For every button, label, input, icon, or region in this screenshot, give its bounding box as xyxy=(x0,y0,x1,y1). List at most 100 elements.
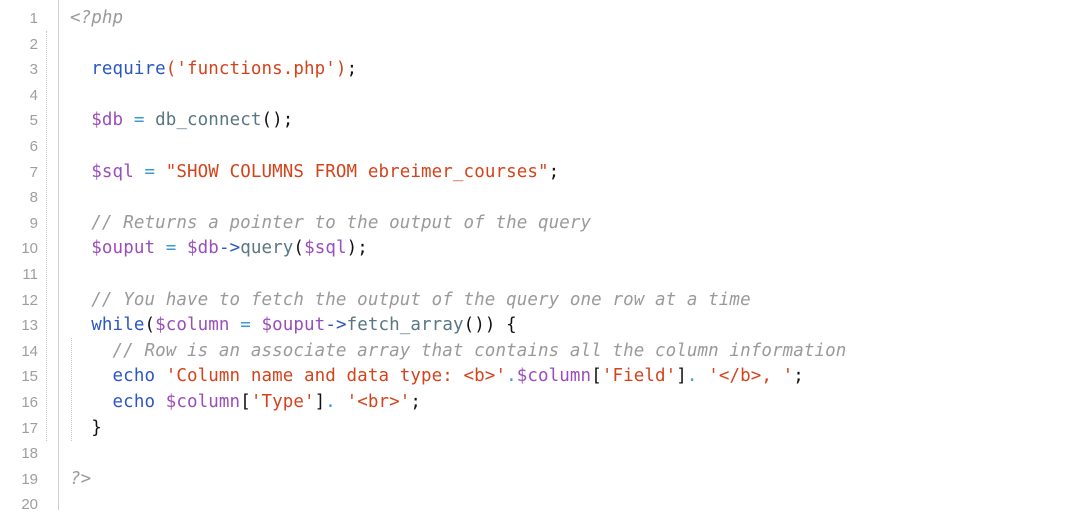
semicolon: ; xyxy=(410,391,422,412)
assign-operator: = xyxy=(165,238,177,259)
line-number: 13 xyxy=(21,317,38,335)
code-line-4[interactable] xyxy=(70,83,1068,109)
code-line-7[interactable]: $sql = "SHOW COLUMNS FROM ebreimer_cours… xyxy=(70,160,1068,186)
bracket-close: ] xyxy=(314,391,326,412)
code-line-6[interactable] xyxy=(70,134,1068,160)
code-line-18[interactable] xyxy=(70,441,1068,467)
line-number: 1 xyxy=(29,10,38,27)
concat-operator: . xyxy=(325,391,336,412)
line-number: 6 xyxy=(29,137,38,155)
code-line-14[interactable]: // Row is an associate array that contai… xyxy=(70,339,1068,365)
code-line-12[interactable]: // You have to fetch the output of the q… xyxy=(70,288,1068,314)
line-number: 12 xyxy=(21,291,38,309)
line-number: 15 xyxy=(21,368,38,386)
code-line-11[interactable] xyxy=(70,262,1068,288)
object-operator: -> xyxy=(218,238,241,259)
variable-db: $db xyxy=(91,110,124,131)
line-number: 7 xyxy=(29,163,38,181)
while-keyword: while xyxy=(91,315,145,336)
code-editor[interactable]: 1 2 3 4 5 6 7 8 9 10 11 12 13 14 15 16 1… xyxy=(0,0,1068,518)
require-keyword: require xyxy=(91,59,166,80)
variable-db: $db xyxy=(187,238,219,259)
assign-operator: = xyxy=(133,110,145,131)
array-key-type: 'Type' xyxy=(250,391,315,412)
code-lines[interactable]: <?php require('functions.php'); $db = db… xyxy=(70,6,1068,518)
code-line-17[interactable]: } xyxy=(70,416,1068,442)
line-number-gutter: 1 2 3 4 5 6 7 8 9 10 11 12 13 14 15 16 1… xyxy=(0,0,46,518)
code-line-3[interactable]: require('functions.php'); xyxy=(70,57,1068,83)
line-number: 8 xyxy=(29,189,38,207)
code-line-10[interactable]: $ouput = $db->query($sql); xyxy=(70,236,1068,262)
code-line-15[interactable]: echo 'Column name and data type: <b>'. $c… xyxy=(70,364,1068,390)
line-number: 5 xyxy=(29,112,38,130)
assign-operator: = xyxy=(144,161,156,182)
call-tail: (); xyxy=(261,110,294,131)
variable-sql: $sql xyxy=(304,238,347,259)
line-number: 18 xyxy=(21,445,38,463)
string-literal: '<br>' xyxy=(335,391,411,412)
line-number: 3 xyxy=(29,61,38,79)
line-number: 4 xyxy=(29,86,38,104)
code-line-1[interactable]: <?php xyxy=(70,6,1068,32)
semicolon: ; xyxy=(793,366,804,387)
sql-string-literal: "SHOW COLUMNS FROM ebreimer_courses" xyxy=(165,161,549,182)
line-number: 10 xyxy=(21,240,38,258)
echo-keyword: echo xyxy=(112,366,156,387)
code-content-area[interactable]: <?php require('functions.php'); $db = db… xyxy=(46,0,1068,518)
paren-close-semicolon: ); xyxy=(346,238,368,259)
line-number: 20 xyxy=(21,496,38,514)
variable-ouput: $ouput xyxy=(91,238,156,259)
comment: // You have to fetch the output of the q… xyxy=(91,289,751,310)
code-line-8[interactable] xyxy=(70,185,1068,211)
comment: // Row is an associate array that contai… xyxy=(112,340,847,361)
code-line-9[interactable]: // Returns a pointer to the output of th… xyxy=(70,211,1068,237)
paren-open: ( xyxy=(165,59,177,80)
block-close: } xyxy=(91,417,102,438)
code-line-13[interactable]: while($column = $ouput->fetch_array()) { xyxy=(70,313,1068,339)
bracket-open: [ xyxy=(591,366,602,387)
echo-keyword: echo xyxy=(112,391,156,412)
string-literal: 'Column name and data type: <b>' xyxy=(165,366,507,387)
assign-operator: = xyxy=(240,315,251,336)
code-line-20[interactable] xyxy=(70,492,1068,518)
line-number: 11 xyxy=(22,265,38,283)
variable-column: $column xyxy=(165,391,241,412)
variable-sql: $sql xyxy=(91,161,134,182)
method-fetch-array: fetch_array xyxy=(346,315,464,336)
code-line-19[interactable]: ?> xyxy=(70,467,1068,493)
code-line-16[interactable]: echo $column['Type']. '<br>'; xyxy=(70,390,1068,416)
line-number: 17 xyxy=(21,419,38,437)
code-line-5[interactable]: $db = db_connect(); xyxy=(70,108,1068,134)
variable-column: $column xyxy=(516,366,592,387)
line-number: 19 xyxy=(21,470,38,488)
concat-operator: . xyxy=(686,366,698,387)
array-key-field: 'Field' xyxy=(601,366,677,387)
php-open-tag: <?php xyxy=(70,8,124,28)
code-line-2[interactable] xyxy=(70,32,1068,58)
php-close-tag: ?> xyxy=(70,468,92,489)
object-operator: -> xyxy=(325,315,347,336)
semicolon: ; xyxy=(346,59,358,80)
string-literal: '</b>, ' xyxy=(697,366,794,387)
indent-guide-level-1 xyxy=(46,31,47,441)
variable-column: $column xyxy=(155,315,230,336)
function-db-connect: db_connect xyxy=(155,110,262,131)
